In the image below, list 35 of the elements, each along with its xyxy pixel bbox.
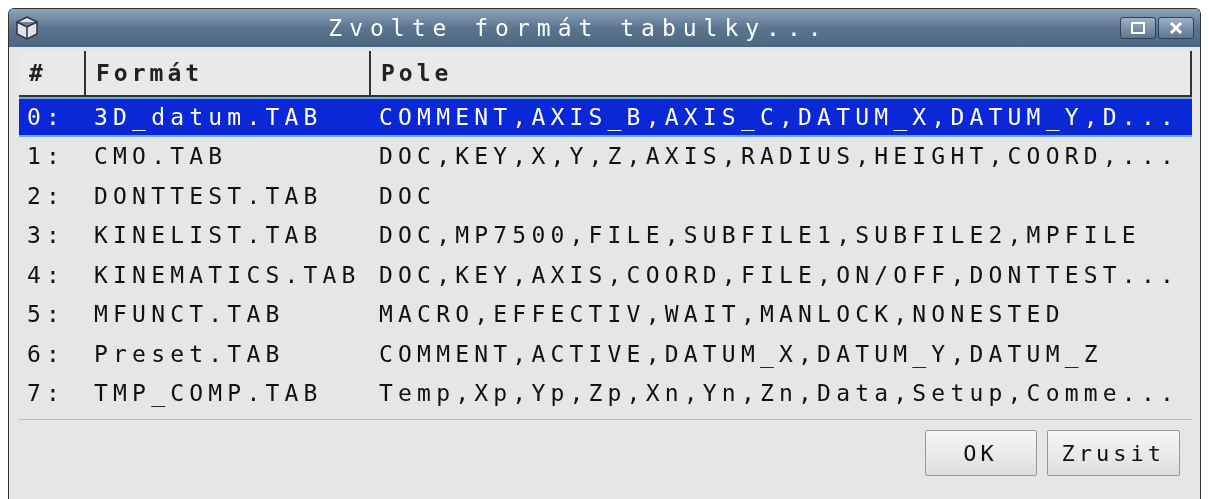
table-cell[interactable]: 7:	[19, 373, 86, 413]
table-cell[interactable]: DOC	[371, 176, 1192, 216]
table-cell[interactable]: 6:	[19, 334, 86, 374]
table-cell[interactable]: DONTTEST.TAB	[86, 176, 371, 216]
table-cell[interactable]: 0:	[19, 97, 86, 137]
table-cell[interactable]: COMMENT,AXIS_B,AXIS_C,DATUM_X,DATUM_Y,D...	[371, 97, 1192, 137]
table-cell[interactable]: KINEMATICS.TAB	[86, 255, 371, 295]
table-cell[interactable]: 4:	[19, 255, 86, 295]
table-cell[interactable]: 5:	[19, 294, 86, 334]
column-header[interactable]: Pole	[371, 51, 1192, 97]
table-cell[interactable]: 1:	[19, 136, 86, 176]
table-cell[interactable]: 3D_datum.TAB	[86, 97, 371, 137]
column-header[interactable]: Formát	[86, 51, 371, 97]
table-cell[interactable]: KINELIST.TAB	[86, 215, 371, 255]
table-cell[interactable]: 2:	[19, 176, 86, 216]
column-header[interactable]: #	[19, 51, 86, 97]
close-button[interactable]	[1158, 17, 1194, 39]
close-icon	[1169, 21, 1183, 35]
table-cell[interactable]: DOC,MP7500,FILE,SUBFILE1,SUBFILE2,MPFILE	[371, 215, 1192, 255]
table-cell[interactable]: Temp,Xp,Yp,Zp,Xn,Yn,Zn,Data,Setup,Comme...	[371, 373, 1192, 413]
table-cell[interactable]: MACRO,EFFECTIV,WAIT,MANLOCK,NONESTED	[371, 294, 1192, 334]
cube-icon	[15, 15, 39, 41]
ok-button[interactable]: OK	[924, 430, 1037, 476]
window-title: Zvolte formát tabulky...	[327, 16, 830, 40]
maximize-icon	[1131, 22, 1145, 34]
table-cell[interactable]: TMP_COMP.TAB	[86, 373, 371, 413]
table-cell[interactable]: DOC,KEY,AXIS,COORD,FILE,ON/OFF,DONTTEST...	[371, 255, 1192, 295]
table-cell[interactable]: CMO.TAB	[86, 136, 371, 176]
table-cell[interactable]: DOC,KEY,X,Y,Z,AXIS,RADIUS,HEIGHT,COORD,...	[371, 136, 1192, 176]
table-cell[interactable]: Preset.TAB	[86, 334, 371, 374]
table-cell[interactable]: MFUNCT.TAB	[86, 294, 371, 334]
table-cell[interactable]: 3:	[19, 215, 86, 255]
table-cell[interactable]: COMMENT,ACTIVE,DATUM_X,DATUM_Y,DATUM_Z	[371, 334, 1192, 374]
maximize-button[interactable]	[1120, 17, 1156, 39]
cancel-button[interactable]: Zrusit	[1046, 430, 1180, 476]
